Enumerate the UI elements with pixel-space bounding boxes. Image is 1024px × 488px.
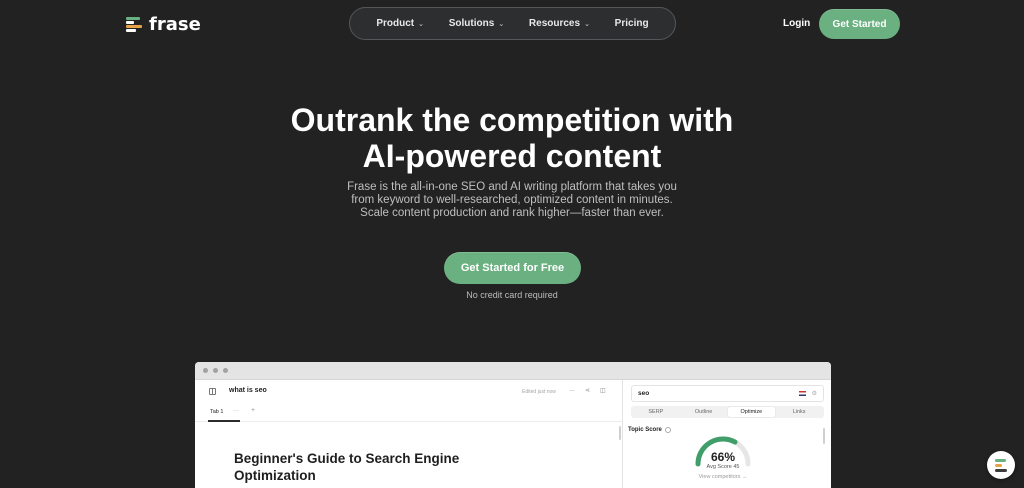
avg-score: Avg Score 45 (706, 464, 740, 470)
add-tab-icon[interactable]: + (251, 407, 255, 414)
tab-1[interactable]: Tab 1 (210, 409, 223, 415)
chevron-down-icon: ⌄ (498, 20, 505, 28)
chat-widget-bar (995, 459, 1006, 462)
window-dot (223, 368, 228, 373)
editor-toolbar: what is seo Edited just now … ⋖ ◫ (195, 380, 623, 404)
nav-resources[interactable]: Resources ⌄ (529, 18, 590, 29)
window-dot (203, 368, 208, 373)
nav-resources-label: Resources (528, 18, 581, 29)
chevron-down-icon: ⌄ (584, 20, 590, 28)
topic-score-label: Topic Score (628, 427, 662, 433)
info-icon[interactable] (664, 427, 671, 433)
tab-optimize[interactable]: Optimize (727, 407, 776, 417)
share-icon[interactable]: ⋖ (585, 387, 590, 394)
frase-logo-icon (126, 15, 144, 33)
logo-wordmark: frase (149, 13, 201, 35)
nav-product[interactable]: Product ⌄ (376, 18, 424, 29)
frase-logo[interactable]: frase (126, 13, 201, 35)
tab-serp[interactable]: SERP (632, 407, 680, 417)
document-title[interactable]: Beginner's Guide to Search Engine Optimi… (234, 450, 534, 484)
topic-score-heading: Topic Score (628, 427, 671, 433)
no-credit-card-note: No credit card required (466, 290, 558, 300)
tab-outline[interactable]: Outline (680, 407, 728, 417)
document-title-line1: Beginner's Guide to Search Engine (234, 451, 460, 466)
nav-pricing[interactable]: Pricing (615, 18, 649, 29)
get-started-button[interactable]: Get Started (819, 9, 900, 39)
window-chrome (195, 362, 831, 380)
nav-solutions[interactable]: Solutions ⌄ (449, 18, 504, 29)
chat-widget-bar (995, 464, 1002, 467)
editor-pane: what is seo Edited just now … ⋖ ◫ Tab 1 … (195, 380, 623, 488)
editor-tabs: Tab 1 ··· + (195, 404, 623, 422)
document-title-line2: Optimization (234, 468, 316, 483)
panel-scrollbar[interactable] (823, 428, 825, 444)
panel-icon[interactable]: ◫ (600, 387, 606, 394)
login-link[interactable]: Login (783, 18, 810, 29)
panel-tabs: SERP Outline Optimize Links (631, 406, 824, 418)
hero-subtitle-line3: Scale content production and rank higher… (360, 207, 664, 219)
editor-scrollbar[interactable] (619, 426, 621, 440)
settings-icon[interactable]: ⚙ (812, 390, 817, 397)
nav-solutions-label: Solutions (448, 18, 495, 29)
active-tab-underline (208, 420, 240, 422)
get-started-free-button[interactable]: Get Started for Free (444, 252, 581, 284)
window-dot (213, 368, 218, 373)
document-name[interactable]: what is seo (229, 387, 267, 394)
view-competitors-link[interactable]: View competitors → (684, 474, 762, 480)
optimize-panel: seo ⚙ SERP Outline Optimize Links Topic … (624, 380, 831, 488)
tab-links[interactable]: Links (775, 407, 823, 417)
app-preview: what is seo Edited just now … ⋖ ◫ Tab 1 … (195, 362, 831, 488)
more-icon[interactable]: … (569, 387, 575, 393)
hero-subtitle-line2: from keyword to well-researched, optimiz… (351, 194, 673, 206)
nav-product-label: Product (376, 18, 415, 29)
tab-more-icon[interactable]: ··· (233, 408, 239, 414)
keyword-search-input[interactable]: seo ⚙ (631, 385, 824, 402)
keyword-search-value: seo (638, 390, 650, 397)
us-flag-icon[interactable] (799, 391, 806, 396)
hero-title-line1: Outrank the competition with (290, 102, 734, 138)
chat-widget-bar (995, 469, 1007, 472)
nav-pricing-label: Pricing (614, 18, 649, 29)
hero-subtitle-line1: Frase is the all-in-one SEO and AI writi… (347, 181, 677, 193)
score-percent: 66% (710, 450, 736, 464)
hero-title-line2: AI-powered content (362, 138, 662, 174)
edited-status: Edited just now (522, 389, 556, 395)
main-nav: Product ⌄ Solutions ⌄ Resources ⌄ Pricin… (349, 7, 676, 40)
sidebar-toggle-icon[interactable] (209, 388, 216, 395)
chevron-down-icon: ⌄ (418, 20, 425, 28)
chat-widget-icon[interactable] (987, 451, 1015, 479)
